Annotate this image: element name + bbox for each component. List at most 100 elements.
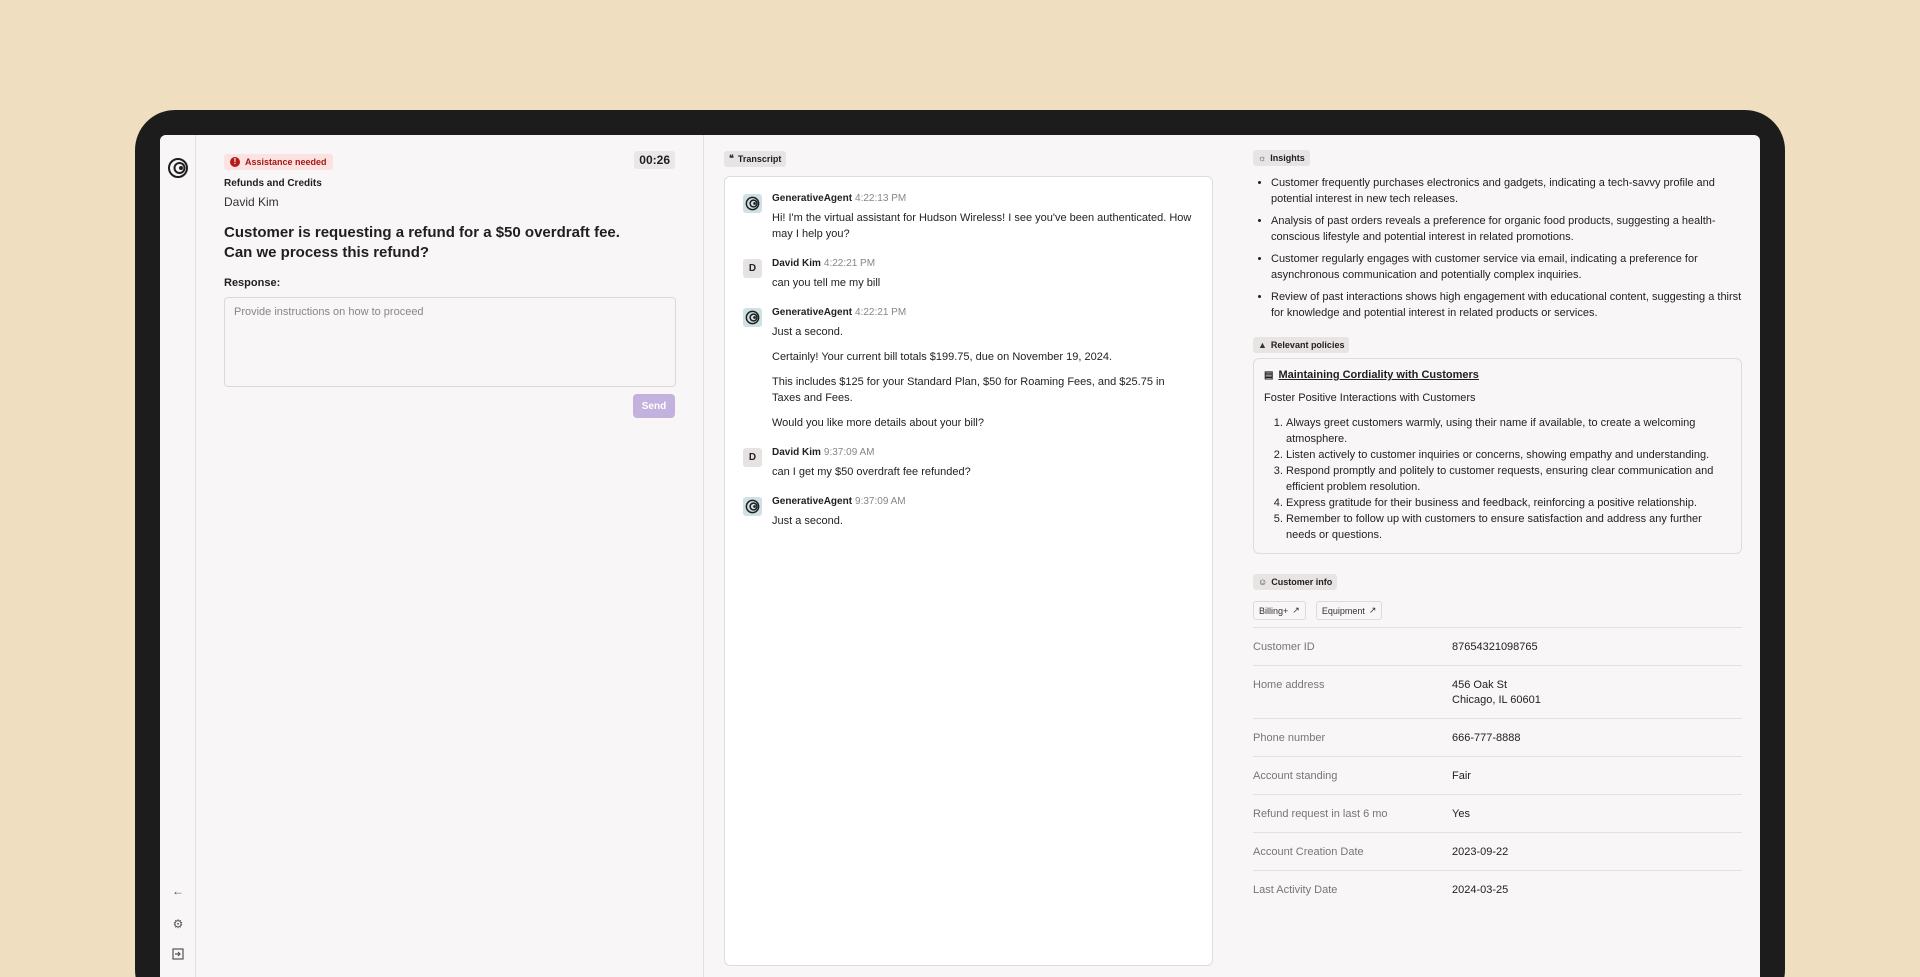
info-value: 666-777-8888	[1452, 731, 1521, 746]
billing-link[interactable]: Billing+ ↗	[1253, 601, 1306, 620]
logout-icon[interactable]	[170, 948, 186, 964]
policies-header: ▲ Relevant policies	[1253, 337, 1350, 353]
insight-item: Analysis of past orders reveals a prefer…	[1271, 213, 1742, 245]
gear-icon[interactable]: ⚙	[170, 916, 186, 932]
policy-subtitle: Foster Positive Interactions with Custom…	[1264, 392, 1476, 404]
quote-icon: ❝	[729, 153, 734, 163]
policies-title: Relevant policies	[1270, 340, 1345, 350]
info-value-line: 456 Oak St	[1452, 679, 1508, 691]
message-sender: GenerativeAgent	[772, 192, 853, 204]
agent-avatar-icon	[743, 496, 762, 516]
message-header: GenerativeAgent 4:22:21 PM	[772, 307, 1194, 318]
transcript-message: D David Kim 4:22:21 PM can you tell me my b…	[743, 258, 1194, 291]
external-link-icon: ↗	[1368, 605, 1377, 615]
transcript-header: ❝ Transcript	[724, 150, 787, 167]
policy-item: Always greet customers warmly, using the…	[1286, 415, 1731, 447]
info-value-line: 2023-09-22	[1452, 846, 1509, 858]
policy-item: Express gratitude for their business and…	[1286, 495, 1731, 511]
info-value: 87654321098765	[1452, 640, 1538, 655]
request-question: Customer is requesting a refund for a $5…	[224, 224, 620, 261]
policy-card: ▤ Maintaining Cordiality with Customers …	[1253, 358, 1742, 554]
insight-item: Customer regularly engages with customer…	[1271, 251, 1742, 283]
transcript-message: GenerativeAgent 9:37:09 AM Just a second.	[743, 496, 1194, 529]
insights-title: Insights	[1270, 153, 1305, 163]
response-input[interactable]	[224, 297, 676, 387]
info-row: Account Creation Date 2023-09-22	[1253, 832, 1742, 870]
graduation-cap-icon: ▲	[1258, 340, 1267, 350]
message-text: Just a second.	[772, 514, 843, 527]
logo-icon[interactable]	[167, 157, 189, 179]
message-body: David Kim 9:37:09 AM can I get my $50 over…	[772, 447, 1194, 480]
insights-panel: ☼ Insights Customer frequently purchases…	[1233, 135, 1760, 977]
transcript-box[interactable]: GenerativeAgent 4:22:13 PM Hi! I'm the vir…	[724, 175, 1213, 966]
transcript-message: GenerativeAgent 4:22:21 PM Just a second. C…	[743, 307, 1194, 431]
info-value-line: 666-777-8888	[1452, 732, 1521, 744]
message-text: This includes $125 for your Standard Pla…	[772, 375, 1165, 404]
left-rail: ← ⚙	[160, 135, 196, 977]
message-header: GenerativeAgent 9:37:09 AM	[772, 496, 1194, 507]
info-row: Last Activity Date 2024-03-25	[1253, 870, 1742, 908]
request-category: Refunds and Credits	[224, 178, 322, 189]
agent-avatar-icon	[743, 307, 762, 327]
back-arrow-icon[interactable]: ←	[170, 883, 186, 899]
billing-link-label: Billing+	[1259, 605, 1289, 616]
customer-info-header: ☺ Customer info	[1253, 574, 1338, 590]
info-value-line: Fair	[1452, 770, 1471, 782]
message-text: Certainly! Your current bill totals $199…	[772, 350, 1112, 363]
message-timestamp: 9:37:09 AM	[855, 495, 906, 507]
message-sender: David Kim	[772, 257, 821, 269]
info-value-line: Chicago, IL 60601	[1452, 694, 1541, 706]
message-timestamp: 4:22:13 PM	[855, 192, 907, 204]
policy-item: Respond promptly and politely to custome…	[1286, 463, 1731, 495]
send-button[interactable]: Send	[633, 394, 675, 418]
info-value-line: 2024-03-25	[1452, 884, 1509, 896]
info-row: Refund request in last 6 mo Yes	[1253, 794, 1742, 832]
transcript-title: Transcript	[737, 153, 782, 164]
alert-icon: !	[230, 157, 240, 167]
message-header: GenerativeAgent 4:22:13 PM	[772, 193, 1194, 204]
info-row: Customer ID 87654321098765	[1253, 627, 1742, 665]
info-row: Home address 456 Oak St Chicago, IL 60601	[1253, 665, 1742, 718]
message-sender: GenerativeAgent	[772, 306, 853, 318]
message-text: can I get my $50 overdraft fee refunded?	[772, 465, 971, 478]
info-key: Account Creation Date	[1253, 846, 1364, 858]
user-icon: ☺	[1258, 577, 1268, 587]
policy-title[interactable]: Maintaining Cordiality with Customers	[1278, 369, 1478, 381]
info-row: Account standing Fair	[1253, 756, 1742, 794]
info-value: Yes	[1452, 807, 1470, 822]
message-text: Would you like more details about your b…	[772, 416, 984, 429]
info-value: 2023-09-22	[1452, 845, 1508, 860]
external-link-icon: ↗	[1292, 605, 1300, 615]
policy-item: Listen actively to customer inquiries or…	[1286, 447, 1731, 463]
equipment-link-label: Equipment	[1321, 605, 1365, 616]
message-timestamp: 4:22:21 PM	[855, 306, 907, 318]
message-timestamp: 4:22:21 PM	[823, 257, 876, 269]
message-text: Just a second.	[772, 325, 843, 338]
transcript-message: D David Kim 9:37:09 AM can I get my $50 ove…	[743, 447, 1194, 480]
status-badge-label: Assistance needed	[245, 157, 327, 167]
info-key: Last Activity Date	[1253, 884, 1338, 896]
message-sender: David Kim	[772, 446, 821, 458]
transcript-panel: ❝ Transcript GenerativeAgent 4:22:13 PM Hi…	[704, 135, 1233, 977]
message-sender: GenerativeAgent	[772, 495, 853, 507]
response-label: Response:	[224, 277, 281, 289]
policy-item: Remember to follow up with customers to …	[1286, 511, 1731, 543]
info-key: Phone number	[1253, 732, 1326, 744]
info-value: 456 Oak St Chicago, IL 60601	[1452, 678, 1541, 708]
policy-list: Always greet customers warmly, using the…	[1264, 415, 1731, 543]
customer-links: Billing+ ↗ Equipment ↗	[1253, 601, 1742, 620]
equipment-link[interactable]: Equipment ↗	[1315, 601, 1383, 620]
info-row: Phone number 666-777-8888	[1253, 718, 1742, 756]
agent-avatar-icon	[743, 193, 762, 213]
app-screen: ← ⚙ ! Assistance needed 00:26 Refunds an…	[160, 135, 1760, 977]
insights-list: Customer frequently purchases electronic…	[1253, 175, 1742, 321]
message-body: GenerativeAgent 4:22:13 PM Hi! I'm the vir…	[772, 193, 1194, 242]
info-key: Home address	[1253, 679, 1325, 691]
message-body: David Kim 4:22:21 PM can you tell me my bi…	[772, 258, 1194, 291]
customer-info-title: Customer info	[1271, 577, 1333, 587]
policy-link[interactable]: ▤ Maintaining Cordiality with Customers	[1264, 369, 1731, 381]
info-value-line: Yes	[1452, 808, 1470, 820]
info-value-line: 87654321098765	[1452, 641, 1538, 653]
status-badge: ! Assistance needed	[224, 154, 333, 170]
insights-header: ☼ Insights	[1253, 150, 1310, 166]
